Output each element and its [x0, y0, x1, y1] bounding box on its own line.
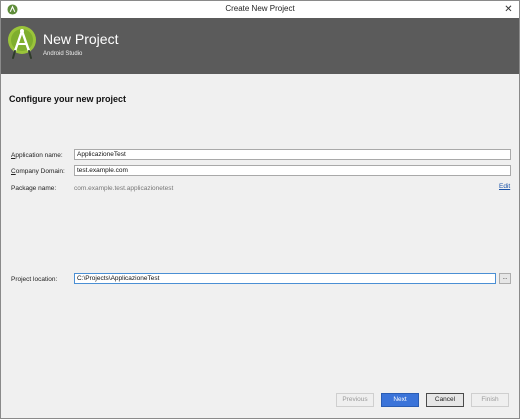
title-bar: Create New Project ✕ [1, 1, 519, 18]
header-banner: New Project Android Studio [1, 18, 519, 74]
edit-package-link[interactable]: Edit [499, 183, 510, 190]
previous-button[interactable]: Previous [336, 393, 374, 407]
browse-location-button[interactable]: ... [499, 273, 511, 284]
button-bar: Previous Next Cancel Finish [1, 386, 519, 418]
project-location-input[interactable] [74, 273, 496, 284]
close-button[interactable]: ✕ [502, 3, 515, 16]
form-area: Configure your new project Application n… [1, 74, 519, 386]
application-name-input[interactable] [74, 149, 511, 160]
section-title: Configure your new project [9, 94, 127, 104]
window-title: Create New Project [225, 4, 295, 13]
close-icon: ✕ [504, 4, 513, 15]
project-location-label: Project location: [11, 276, 58, 283]
finish-button[interactable]: Finish [471, 393, 509, 407]
package-name-label: Package name: [11, 185, 57, 192]
create-project-dialog: Create New Project ✕ New Project Android… [0, 0, 520, 419]
application-name-label-text: pplication name: [15, 152, 63, 159]
company-domain-label: Company Domain: [11, 168, 65, 175]
banner-title: New Project [43, 31, 119, 47]
android-studio-logo-icon [8, 26, 36, 59]
banner-subtitle: Android Studio [43, 51, 83, 57]
next-button[interactable]: Next [381, 393, 419, 407]
cancel-button[interactable]: Cancel [426, 393, 464, 407]
package-name-value: com.example.test.applicazionetest [74, 185, 174, 192]
application-name-label: Application name: [11, 152, 63, 159]
company-domain-label-text: ompany Domain: [15, 168, 65, 175]
company-domain-input[interactable] [74, 165, 511, 176]
